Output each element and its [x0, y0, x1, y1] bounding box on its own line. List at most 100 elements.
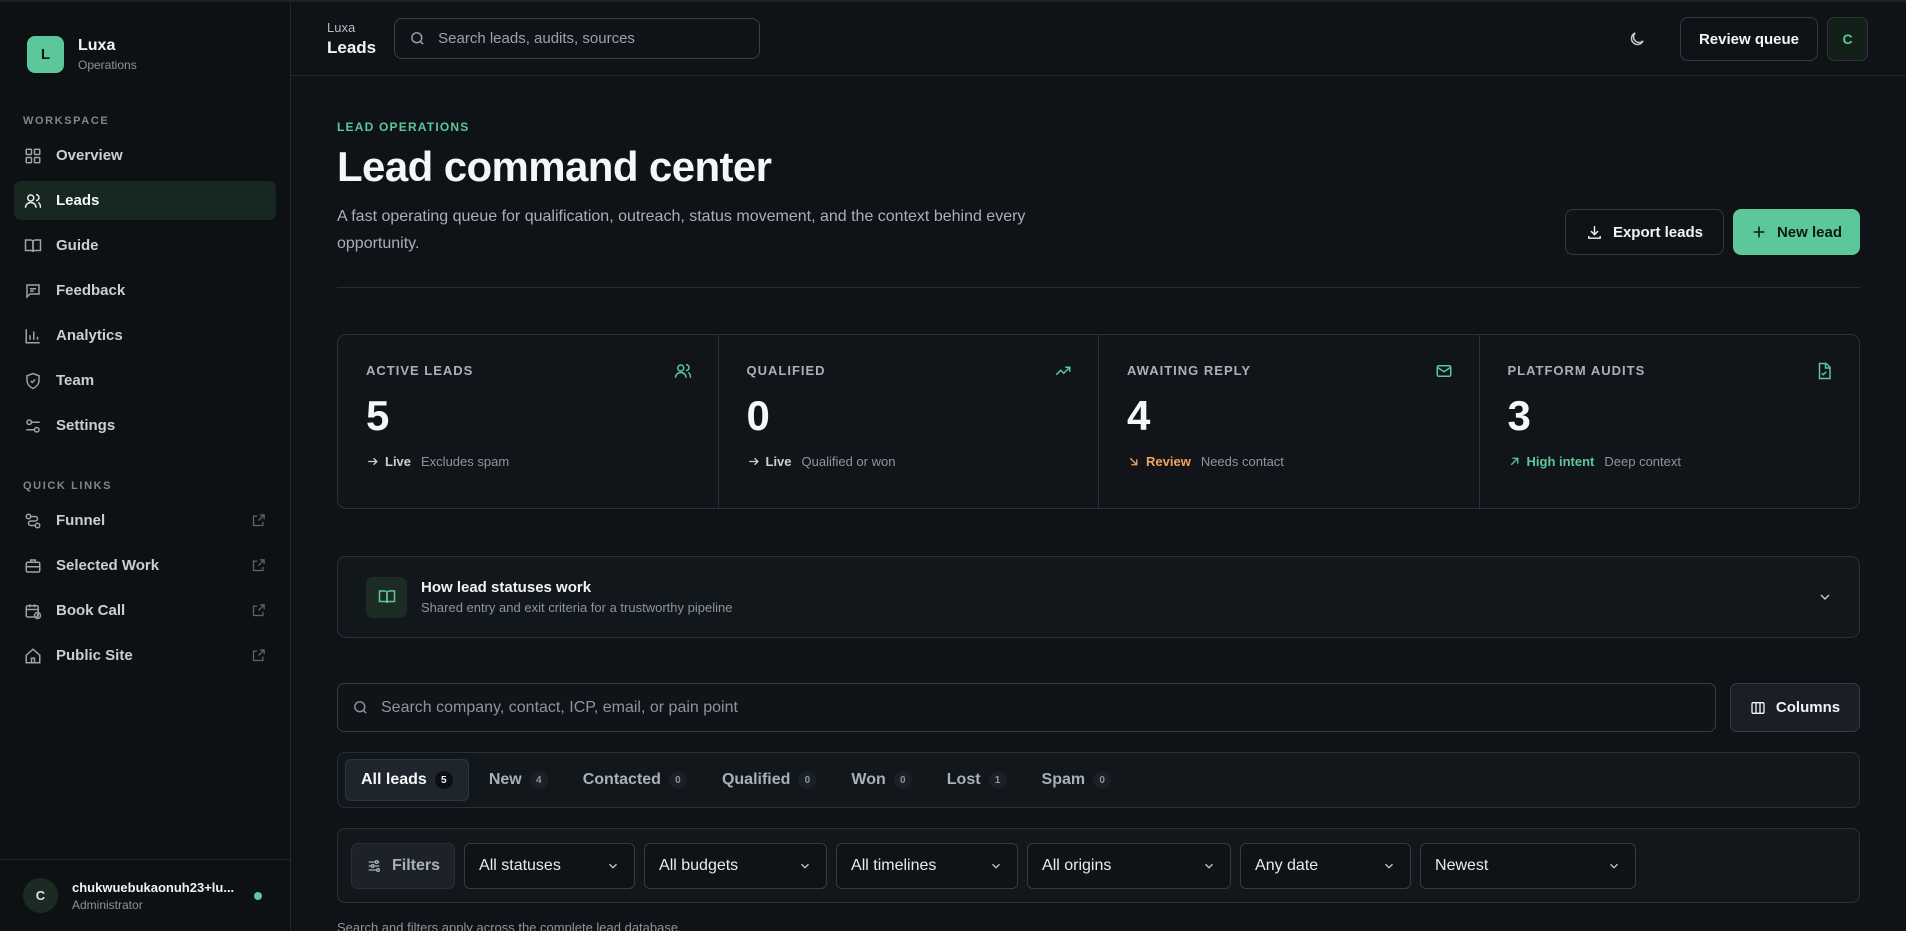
new-lead-button[interactable]: New lead [1732, 209, 1860, 255]
quick-links-nav: Funnel Selected Work Book Call Public Si… [0, 501, 290, 675]
sidebar-item-overview[interactable]: Overview [14, 136, 276, 175]
topbar: Luxa Leads Search leads, audits, sources… [291, 2, 1906, 76]
moon-icon[interactable] [1628, 30, 1646, 48]
stat-note: Qualified or won [801, 454, 896, 469]
tab-won[interactable]: Won 0 [836, 759, 926, 801]
stat-note: Needs contact [1200, 454, 1284, 469]
brand-name: Luxa [78, 37, 116, 54]
sidebar-item-team[interactable]: Team [14, 361, 276, 400]
filters-bar: Filters All statuses All budgets All tim… [337, 828, 1860, 903]
chevron-down-icon [989, 859, 1003, 873]
select-value: All origins [1042, 856, 1112, 874]
external-link-icon [251, 648, 266, 663]
main: Luxa Leads Search leads, audits, sources… [291, 2, 1906, 931]
date-select[interactable]: Any date [1240, 842, 1412, 889]
tab-count: 0 [668, 771, 687, 789]
route-icon [24, 512, 42, 530]
tab-new[interactable]: New 4 [474, 759, 563, 801]
tab-count: 5 [434, 771, 453, 789]
export-leads-button[interactable]: Export leads [1564, 209, 1724, 255]
columns-label: Columns [1775, 699, 1841, 716]
sidebar-item-guide[interactable]: Guide [14, 226, 276, 265]
grid-icon [24, 147, 42, 165]
lead-search-placeholder: Search company, contact, ICP, email, or … [381, 698, 738, 716]
tab-label: All leads [361, 771, 427, 788]
quick-link-label: Public Site [56, 647, 133, 664]
sidebar-item-leads[interactable]: Leads [14, 181, 276, 220]
tab-count: 1 [988, 771, 1007, 789]
user-name: chukwuebukaonuh23+lu... [72, 879, 235, 895]
stat-value: 5 [366, 392, 390, 439]
breadcrumb-app: Luxa [327, 19, 356, 35]
content: LEAD OPERATIONS Lead command center A fa… [291, 76, 1906, 931]
breadcrumb: Luxa Leads [327, 20, 376, 58]
tab-label: Lost [946, 771, 981, 788]
tab-spam[interactable]: Spam 0 [1027, 759, 1127, 801]
stat-label: QUALIFIED [746, 363, 826, 378]
tab-lost[interactable]: Lost 1 [932, 759, 1022, 801]
sidebar-item-settings[interactable]: Settings [14, 406, 276, 445]
sidebar-item-label: Settings [56, 417, 116, 434]
tab-all-leads[interactable]: All leads 5 [345, 759, 469, 801]
columns-button[interactable]: Columns [1730, 683, 1860, 732]
quick-link-public-site[interactable]: Public Site [14, 636, 276, 675]
tab-label: New [488, 771, 522, 788]
user-profile[interactable]: C chukwuebukaonuh23+lu... Administrator [0, 859, 290, 931]
arrow-up-right-icon [1508, 455, 1521, 468]
status-select[interactable]: All statuses [464, 842, 636, 889]
lead-search-input[interactable]: Search company, contact, ICP, email, or … [337, 683, 1716, 732]
brand-subtitle: Operations [78, 58, 137, 72]
quick-link-selected-work[interactable]: Selected Work [14, 546, 276, 585]
account-avatar[interactable]: C [1827, 17, 1868, 61]
chevron-down-icon [798, 859, 812, 873]
chevron-down-icon [1607, 859, 1621, 873]
budget-select[interactable]: All budgets [644, 842, 828, 889]
plus-icon [1751, 224, 1767, 240]
filters-label: Filters [392, 856, 441, 874]
workspace-nav: Overview Leads Guide Feedback Analytics … [0, 136, 290, 445]
sidebar-item-label: Feedback [56, 282, 126, 299]
sidebar-item-feedback[interactable]: Feedback [14, 271, 276, 310]
quick-link-funnel[interactable]: Funnel [14, 501, 276, 540]
select-value: All statuses [479, 856, 561, 874]
sidebar-item-analytics[interactable]: Analytics [14, 316, 276, 355]
filters-hint: Search and filters apply across the comp… [337, 920, 682, 931]
users-icon [24, 192, 42, 210]
origin-select[interactable]: All origins [1027, 842, 1232, 889]
tab-count: 0 [1093, 771, 1112, 789]
stat-value: 4 [1127, 392, 1151, 439]
lead-status-guide[interactable]: How lead statuses work Shared entry and … [337, 556, 1860, 638]
stat-label: ACTIVE LEADS [366, 363, 474, 378]
stat-tag: High intent [1526, 454, 1595, 469]
mail-icon [1435, 362, 1453, 380]
search-icon [352, 699, 369, 716]
search-icon [409, 30, 426, 47]
quick-link-book-call[interactable]: Book Call [14, 591, 276, 630]
global-search-placeholder: Search leads, audits, sources [438, 30, 635, 47]
columns-icon [1750, 700, 1766, 716]
tab-contacted[interactable]: Contacted 0 [568, 759, 702, 801]
export-leads-label: Export leads [1612, 223, 1703, 241]
timeline-select[interactable]: All timelines [836, 842, 1019, 889]
stat-card-awaiting-reply: AWAITING REPLY 4 Review Needs contact [1099, 335, 1480, 508]
brand[interactable]: L Luxa Operations [0, 2, 290, 73]
guide-subtitle: Shared entry and exit criteria for a tru… [421, 600, 733, 615]
tab-qualified[interactable]: Qualified 0 [707, 759, 831, 801]
select-value: All timelines [851, 856, 937, 874]
sidebar-item-label: Analytics [56, 327, 123, 344]
tab-label: Contacted [582, 771, 661, 788]
stats-panel: ACTIVE LEADS 5 Live Excludes spam QUALIF… [337, 334, 1860, 509]
online-status-dot [254, 891, 262, 900]
review-queue-button[interactable]: Review queue [1679, 17, 1818, 61]
arrow-right-icon [747, 455, 760, 468]
message-icon [24, 282, 42, 300]
filters-button[interactable]: Filters [351, 842, 456, 889]
avatar: C [23, 878, 58, 913]
global-search-input[interactable]: Search leads, audits, sources [394, 18, 761, 59]
page-title: Lead command center [337, 143, 772, 190]
sort-select[interactable]: Newest [1420, 842, 1637, 889]
stat-tag: Live [765, 454, 792, 469]
chevron-down-icon[interactable] [1817, 589, 1833, 605]
user-role: Administrator [72, 897, 143, 912]
select-value: Newest [1435, 856, 1489, 874]
